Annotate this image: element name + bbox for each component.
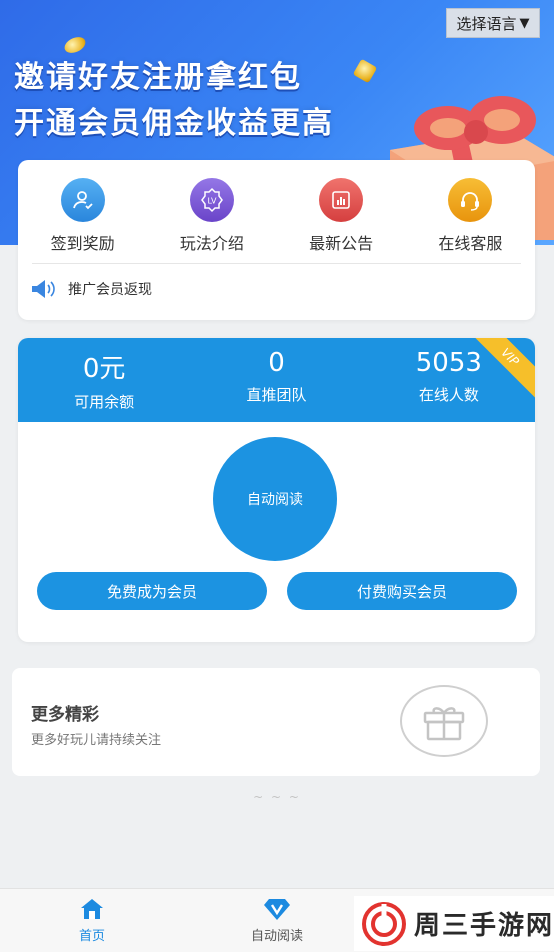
language-select-label: 选择语言 — [456, 14, 517, 33]
feature-announcement[interactable]: 最新公告 — [286, 178, 396, 254]
user-check-icon — [60, 178, 105, 222]
tab-auto-read[interactable]: 自动阅读 — [232, 897, 322, 944]
stat-team-label: 直推团队 — [246, 386, 307, 404]
more-title: 更多精彩 — [31, 705, 99, 725]
stats-band: 0元 可用余额 0 直推团队 5053 在线人数 — [18, 338, 535, 422]
diamond-v-icon — [264, 899, 290, 920]
tab-home-label: 首页 — [78, 929, 105, 944]
stat-team: 0 直推团队 — [190, 338, 362, 422]
auto-read-button[interactable]: 自动阅读 — [213, 437, 337, 561]
tab-home[interactable]: 首页 — [47, 897, 137, 944]
stat-balance-value: 0元 — [82, 354, 126, 384]
feature-checkin-label: 签到奖励 — [50, 234, 115, 253]
lv-badge-icon: LV — [189, 178, 234, 222]
feature-card: 签到奖励 LV 玩法介绍 最新公告 在线客服 推广会员返现 — [18, 160, 535, 320]
coin-decoration — [352, 58, 378, 84]
banner-line-1: 邀请好友注册拿红包 — [14, 60, 302, 95]
notice-text: 推广会员返现 — [68, 282, 152, 298]
feature-support-label: 在线客服 — [438, 234, 503, 253]
watermark-text: 周三手游网 — [414, 911, 554, 941]
notice-bar[interactable]: 推广会员返现 — [30, 278, 152, 300]
stat-balance-label: 可用余额 — [74, 393, 135, 411]
headset-icon — [448, 178, 493, 222]
feature-guide-label: 玩法介绍 — [179, 234, 244, 253]
stat-online-value: 5053 — [415, 348, 482, 378]
feature-support[interactable]: 在线客服 — [415, 178, 525, 254]
more-subtitle: 更多好玩儿请持续关注 — [31, 733, 162, 748]
stat-balance: 0元 可用余额 — [18, 338, 190, 422]
feature-guide[interactable]: LV 玩法介绍 — [157, 178, 267, 254]
feature-checkin[interactable]: 签到奖励 — [28, 178, 138, 254]
language-select-button[interactable]: 选择语言 ▼ — [446, 8, 540, 38]
stat-online-label: 在线人数 — [418, 386, 479, 404]
free-member-button[interactable]: 免费成为会员 — [37, 572, 267, 610]
stat-team-value: 0 — [268, 348, 285, 378]
chart-bars-icon — [319, 178, 364, 222]
loading-dots: ~ ~ ~ — [253, 790, 301, 804]
gift-icon — [400, 685, 488, 757]
site-watermark: 周三手游网 — [354, 896, 554, 951]
more-card[interactable]: 更多精彩 更多好玩儿请持续关注 — [12, 668, 540, 776]
watermark-logo-icon — [362, 901, 406, 946]
stats-card: 0元 可用余额 0 直推团队 5053 在线人数 VIP 自动阅读 免费成为会员… — [18, 338, 535, 642]
banner-line-2: 开通会员佣金收益更高 — [14, 106, 334, 141]
home-icon — [81, 899, 103, 919]
chevron-down-icon: ▼ — [519, 15, 530, 31]
paid-member-button[interactable]: 付费购买会员 — [287, 572, 517, 610]
tab-auto-read-label: 自动阅读 — [250, 929, 303, 944]
svg-text:LV: LV — [207, 197, 217, 206]
feature-announcement-label: 最新公告 — [309, 234, 374, 253]
speaker-icon — [32, 280, 55, 298]
divider — [32, 263, 521, 264]
